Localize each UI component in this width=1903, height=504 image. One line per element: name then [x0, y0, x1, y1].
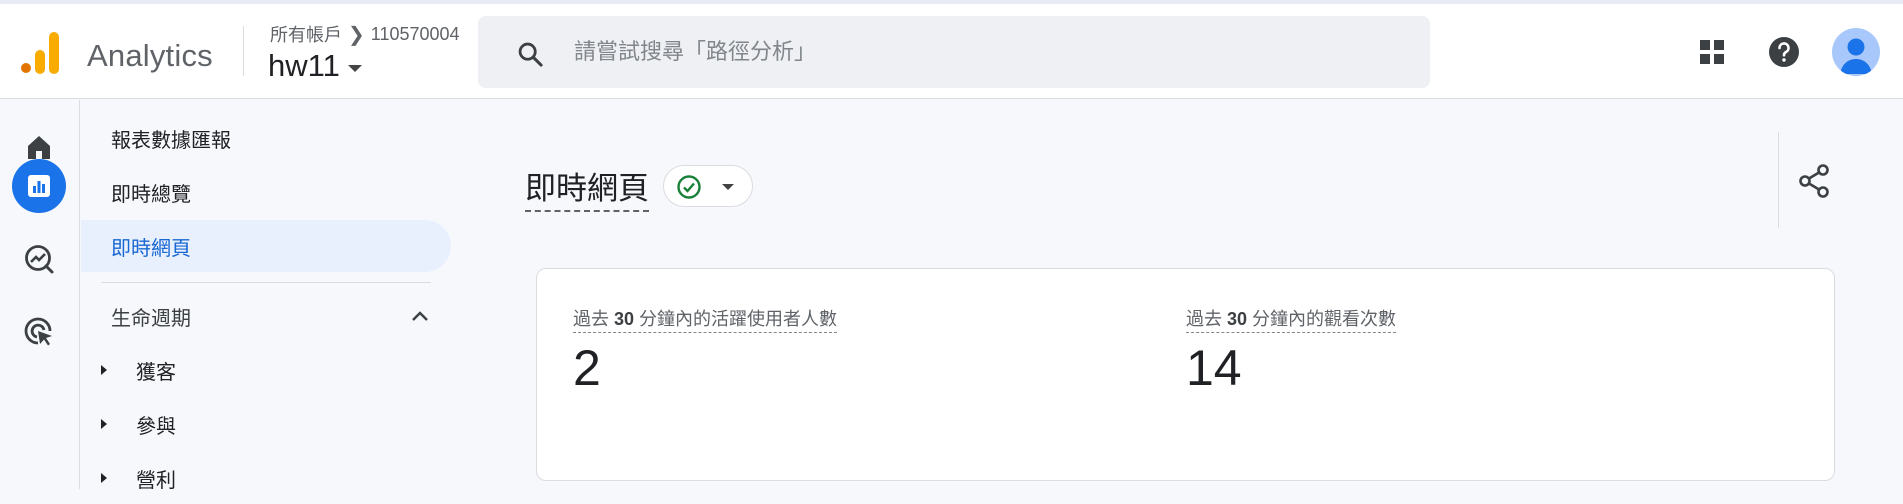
metric-label[interactable]: 過去 30 分鐘內的觀看次數: [1186, 305, 1397, 333]
metric-label-prefix: 過去: [573, 309, 615, 329]
expand-triangle-icon: [101, 365, 107, 375]
expand-triangle-icon: [101, 419, 107, 429]
caret-down-icon: [347, 64, 362, 72]
property-name: hw11: [268, 48, 340, 83]
rail-reports-button[interactable]: [12, 159, 66, 213]
top-header: Analytics 所有帳戶 ❯ 110570004 hw11: [0, 4, 1903, 99]
rail-explore-button[interactable]: [12, 232, 66, 286]
metric-value: 14: [1186, 340, 1242, 396]
subnav-item-label: 報表數據匯報: [111, 129, 231, 152]
check-circle-icon: [677, 175, 701, 199]
report-subnav: 報表數據匯報 即時總覽 即時網頁 生命週期 獲客 參與 營利: [81, 100, 461, 492]
caret-down-icon: [722, 184, 734, 190]
search-icon: [518, 42, 543, 67]
tree-item-engagement[interactable]: 參與: [81, 398, 451, 450]
search-bar[interactable]: [478, 16, 1430, 88]
tree-item-label: 營利: [136, 469, 176, 492]
subnav-item-realtime-overview[interactable]: 即時總覽: [81, 166, 451, 218]
metric-label-number: 30: [1227, 309, 1248, 329]
expand-triangle-icon: [101, 473, 107, 483]
person-icon: [1840, 38, 1872, 74]
breadcrumb[interactable]: 所有帳戶 ❯ 110570004: [270, 21, 460, 47]
nav-rail: [0, 100, 80, 489]
subnav-item-label: 即時網頁: [111, 237, 191, 260]
analytics-logo-icon[interactable]: [20, 30, 60, 76]
metric-label-number: 30: [614, 309, 635, 329]
share-icon[interactable]: [1798, 164, 1830, 198]
tree-item-acquisition[interactable]: 獲客: [81, 344, 451, 396]
metric-value: 2: [573, 340, 601, 396]
breadcrumb-account-label[interactable]: 所有帳戶: [270, 21, 342, 47]
subnav-item-realtime-pages[interactable]: 即時網頁: [81, 220, 451, 272]
tree-item-label: 參與: [136, 415, 176, 438]
tree-item-label: 獲客: [136, 361, 176, 384]
toolbar-divider: [1778, 132, 1779, 228]
rail-advertising-button[interactable]: [12, 305, 66, 359]
metric-active-users: 過去 30 分鐘內的活躍使用者人數 2: [573, 305, 838, 397]
subnav-item-snapshot[interactable]: 報表數據匯報: [81, 112, 451, 164]
section-label: 生命週期: [111, 307, 191, 330]
chevron-up-icon[interactable]: [409, 306, 431, 328]
explore-icon: [25, 245, 54, 274]
search-input[interactable]: [574, 34, 1394, 70]
metric-label-suffix: 分鐘內的觀看次數: [1247, 309, 1397, 329]
account-avatar[interactable]: [1832, 28, 1880, 76]
property-selector[interactable]: hw11: [268, 48, 362, 84]
chevron-right-icon: ❯: [348, 23, 365, 46]
breadcrumb-account-id[interactable]: 110570004: [371, 24, 460, 45]
subnav-item-label: 即時總覽: [111, 183, 191, 206]
header-divider: [243, 26, 244, 76]
metrics-card: 過去 30 分鐘內的活躍使用者人數 2 過去 30 分鐘內的觀看次數 14: [536, 268, 1835, 481]
section-lifecycle[interactable]: 生命週期: [81, 290, 451, 342]
metric-label-prefix: 過去: [1186, 309, 1228, 329]
metric-label-suffix: 分鐘內的活躍使用者人數: [634, 309, 838, 329]
help-icon[interactable]: [1766, 34, 1802, 70]
metric-views: 過去 30 分鐘內的觀看次數 14: [1186, 305, 1397, 397]
page-title[interactable]: 即時網頁: [525, 163, 649, 212]
subnav-divider: [101, 282, 431, 283]
app-name: Analytics: [87, 38, 213, 73]
apps-grid-icon[interactable]: [1694, 34, 1730, 70]
advertising-icon: [24, 317, 52, 346]
status-chip[interactable]: [663, 165, 753, 207]
bar-chart-icon: [28, 175, 50, 197]
metric-label[interactable]: 過去 30 分鐘內的活躍使用者人數: [573, 305, 838, 333]
tree-item-monetization[interactable]: 營利: [81, 452, 451, 504]
home-icon: [28, 136, 50, 159]
